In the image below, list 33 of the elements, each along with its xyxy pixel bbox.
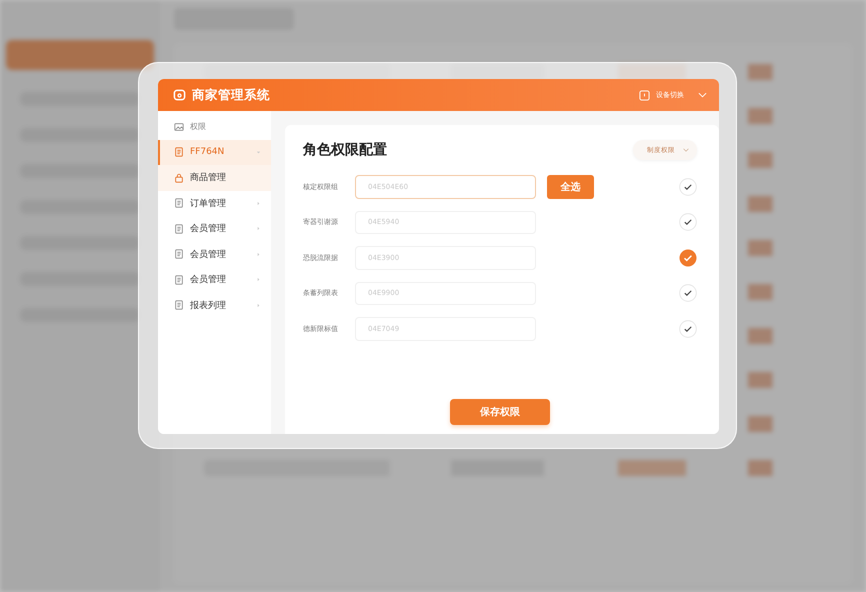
sidebar-item[interactable]: 报表列理 (158, 292, 271, 318)
sidebar-item[interactable]: 权限 (158, 114, 271, 140)
checkbox[interactable] (679, 284, 697, 302)
caret-icon (256, 200, 261, 206)
panel-title: 角色权限配置 (303, 141, 387, 159)
chevron-down-icon (683, 148, 689, 152)
caret-icon (256, 150, 261, 155)
sidebar-item[interactable]: 会员管理 (158, 216, 271, 242)
device-icon[interactable] (639, 90, 650, 100)
sidebar-item[interactable]: 订单管理 (158, 190, 271, 216)
checkbox[interactable] (679, 213, 697, 232)
lock-icon (174, 172, 184, 183)
document-icon (174, 198, 184, 208)
caret-icon (256, 226, 261, 232)
document-icon (174, 300, 184, 310)
caret-icon (256, 277, 261, 282)
document-icon (174, 147, 184, 158)
caret-icon (256, 252, 261, 257)
sidebar-item[interactable]: FF764N (158, 140, 271, 165)
dialog-title: 商家管理系统 (192, 86, 270, 104)
save-button[interactable]: 保存权限 (450, 398, 550, 424)
sidebar-item[interactable]: 会员管理 (158, 242, 271, 267)
caret-icon (256, 302, 261, 308)
sidebar-item[interactable]: 会员管理 (158, 267, 271, 292)
checkbox[interactable] (679, 178, 697, 196)
select-all-button[interactable]: 全选 (547, 175, 594, 199)
image-icon (174, 122, 184, 132)
document-icon (174, 224, 184, 234)
document-icon (174, 249, 184, 260)
checkbox[interactable] (679, 248, 697, 267)
sidebar-item[interactable]: 商品管理 (158, 165, 271, 190)
document-icon (174, 274, 184, 285)
checkbox[interactable] (679, 320, 697, 338)
